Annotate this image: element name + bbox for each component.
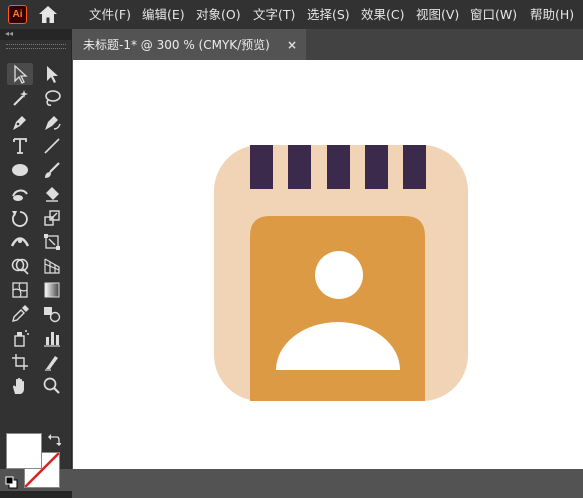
type-icon	[13, 138, 27, 154]
avatar-head-shape[interactable]	[315, 251, 363, 299]
type-tool[interactable]	[7, 135, 33, 157]
eraser-icon	[46, 187, 59, 202]
tools-panel: ◂◂	[0, 29, 72, 498]
blend-tool[interactable]	[39, 303, 65, 325]
slice-tool[interactable]	[39, 351, 65, 373]
shape-builder-icon	[11, 258, 29, 275]
pen-tool[interactable]	[7, 111, 33, 133]
zoom-magnifier-icon	[43, 377, 60, 394]
contact-card-shape[interactable]	[250, 216, 425, 401]
hand-tool[interactable]	[7, 375, 33, 397]
rotate-tool[interactable]	[7, 207, 33, 229]
menu-type[interactable]: 文字(T)	[253, 7, 295, 22]
symbol-sprayer-tool[interactable]	[7, 327, 33, 349]
perspective-grid-tool[interactable]	[39, 255, 65, 277]
shaper-icon	[12, 189, 28, 201]
direct-selection-tool[interactable]	[39, 63, 65, 85]
magic-wand-icon	[13, 90, 28, 106]
default-colors-icon[interactable]	[5, 476, 18, 489]
gradient-icon	[44, 282, 60, 298]
close-icon[interactable]: ×	[287, 38, 297, 52]
symbol-sprayer-icon	[14, 330, 29, 347]
shape-builder-tool[interactable]	[7, 255, 33, 277]
document-tab[interactable]: 未标题-1* @ 300 % (CMYK/预览) ×	[73, 29, 306, 60]
lasso-icon	[45, 90, 61, 106]
home-icon[interactable]	[38, 5, 58, 24]
document-tab-bar: 未标题-1* @ 300 % (CMYK/预览) ×	[73, 29, 583, 60]
ellipse-tool[interactable]	[7, 159, 33, 181]
rotate-icon	[12, 211, 28, 227]
mesh-tool[interactable]	[7, 279, 33, 301]
magic-wand-tool[interactable]	[7, 87, 33, 109]
direct-selection-arrow-icon	[47, 66, 58, 83]
menu-object[interactable]: 对象(O)	[196, 7, 241, 22]
document-tab-title: 未标题-1* @ 300 % (CMYK/预览)	[83, 38, 270, 52]
scale-tool[interactable]	[39, 207, 65, 229]
artboard-icon	[12, 354, 28, 370]
menu-help[interactable]: 帮助(H)	[530, 7, 574, 22]
perspective-grid-icon	[44, 258, 60, 274]
pen-icon	[13, 116, 26, 130]
menu-bar: Ai 文件(F) 编辑(E) 对象(O) 文字(T) 选择(S) 效果(C) 视…	[0, 0, 583, 29]
scale-icon	[44, 210, 60, 226]
zoom-tool[interactable]	[39, 375, 65, 397]
artboard-canvas[interactable]	[73, 60, 583, 469]
eraser-tool[interactable]	[39, 183, 65, 205]
lasso-tool[interactable]	[39, 87, 65, 109]
panel-grip[interactable]	[6, 44, 66, 49]
sd-card-stripe[interactable]	[288, 145, 311, 189]
gradient-tool[interactable]	[39, 279, 65, 301]
eyedropper-tool[interactable]	[7, 303, 33, 325]
tools-panel-header: ◂◂	[0, 29, 72, 40]
column-graph-tool[interactable]	[39, 327, 65, 349]
menu-view[interactable]: 视图(V)	[416, 7, 459, 22]
mesh-icon	[12, 282, 28, 298]
swap-colors-icon[interactable]	[47, 433, 61, 447]
menu-window[interactable]: 窗口(W)	[470, 7, 517, 22]
width-tool[interactable]	[7, 231, 33, 253]
sd-card-stripe[interactable]	[250, 145, 273, 189]
curvature-tool[interactable]	[39, 111, 65, 133]
sd-card-stripe[interactable]	[327, 145, 350, 189]
document-area: 未标题-1* @ 300 % (CMYK/预览) ×	[73, 29, 583, 469]
slice-knife-icon	[45, 356, 58, 371]
selection-arrow-icon	[14, 64, 28, 84]
ellipse-icon	[12, 164, 28, 176]
sd-card-stripe[interactable]	[365, 145, 388, 189]
menu-file[interactable]: 文件(F)	[89, 7, 131, 22]
fill-color-swatch[interactable]	[6, 433, 42, 469]
menu-effect[interactable]: 效果(C)	[361, 7, 404, 22]
line-segment-tool[interactable]	[39, 135, 65, 157]
width-icon	[10, 237, 30, 247]
paintbrush-tool[interactable]	[39, 159, 65, 181]
artboard-tool[interactable]	[7, 351, 33, 373]
hand-icon	[13, 377, 24, 394]
column-graph-icon	[44, 332, 60, 347]
menu-edit[interactable]: 编辑(E)	[142, 7, 185, 22]
line-segment-icon	[44, 138, 60, 154]
blend-icon	[44, 307, 61, 323]
curvature-pen-icon	[45, 116, 61, 130]
sd-card-stripe[interactable]	[403, 145, 426, 189]
selection-tool[interactable]	[7, 63, 33, 85]
app-logo[interactable]: Ai	[8, 5, 27, 24]
eyedropper-icon	[12, 305, 29, 322]
collapse-icon[interactable]: ◂◂	[5, 30, 13, 38]
sd-card-contact-artwork[interactable]	[73, 60, 583, 469]
shaper-tool[interactable]	[7, 183, 33, 205]
color-mode-row	[0, 491, 72, 498]
menu-select[interactable]: 选择(S)	[307, 7, 350, 22]
paintbrush-icon	[45, 162, 60, 178]
free-transform-tool[interactable]	[39, 231, 65, 253]
free-transform-icon	[44, 234, 60, 250]
